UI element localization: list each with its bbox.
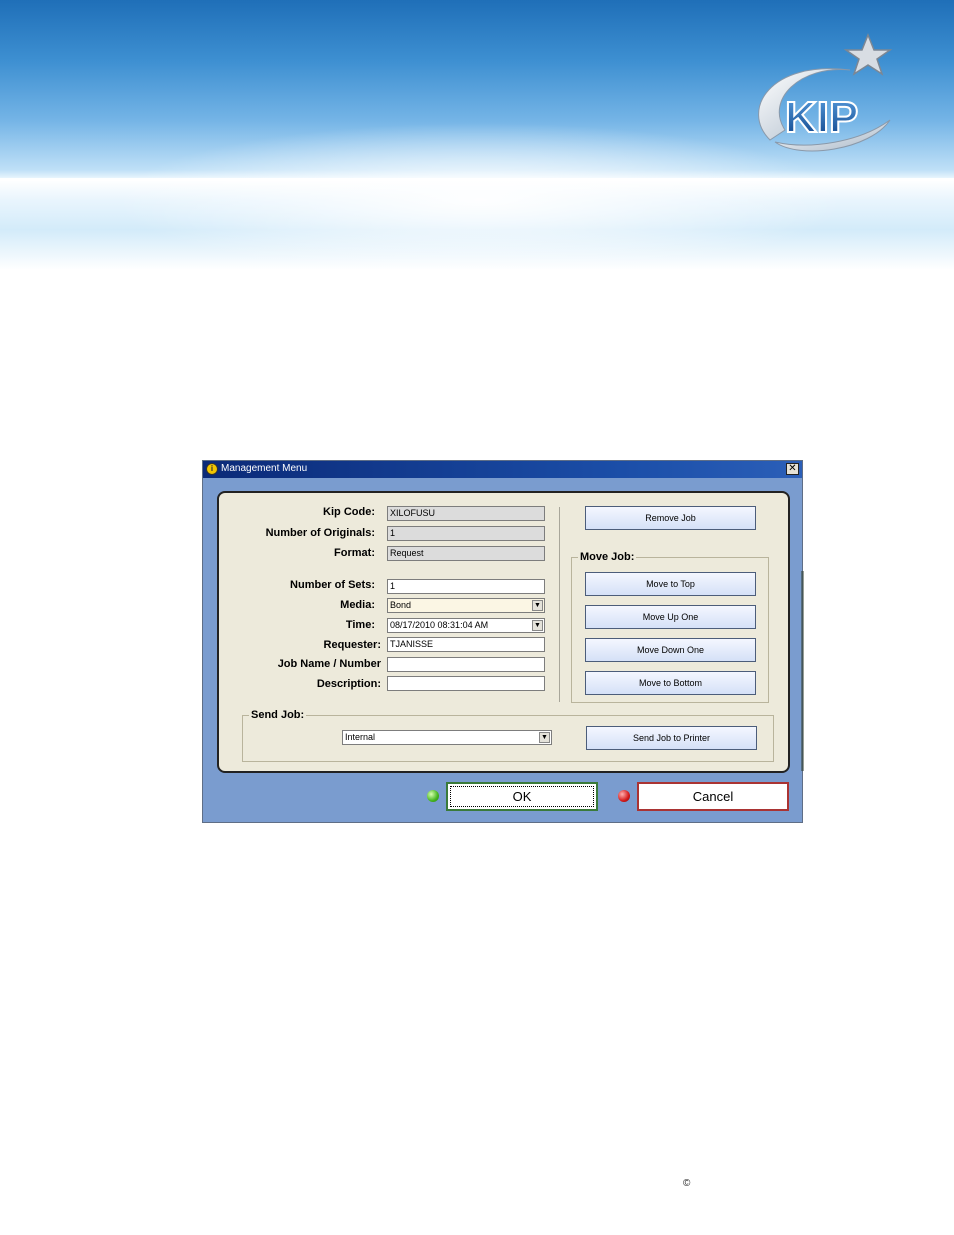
requester-label: Requester: xyxy=(323,639,381,651)
send-job-select-value: Internal xyxy=(345,732,376,742)
num-sets-input[interactable]: 1 xyxy=(387,579,545,594)
time-label: Time: xyxy=(345,619,375,631)
send-job-to-printer-button[interactable]: Send Job to Printer xyxy=(586,726,757,750)
window-edge-strip xyxy=(801,571,804,771)
media-select-value: Bond xyxy=(390,600,412,610)
title-bar[interactable]: i Management Menu ✕ xyxy=(203,461,802,478)
time-picker-value: 08/17/2010 08:31:04 AM xyxy=(390,620,489,630)
move-job-group: Move Job: Move to Top Move Up One Move D… xyxy=(571,551,769,703)
send-job-select[interactable]: Internal ▼ xyxy=(342,730,552,745)
copyright-symbol: © xyxy=(683,1178,691,1189)
management-menu-window: i Management Menu ✕ Kip Code: Number of … xyxy=(202,460,804,823)
close-button[interactable]: ✕ xyxy=(786,463,799,475)
ok-status-icon xyxy=(427,790,439,802)
description-input[interactable] xyxy=(387,676,545,691)
job-name-label: Job Name / Number xyxy=(277,658,381,670)
logo-text: KIP xyxy=(785,93,858,142)
format-field: Request xyxy=(387,546,545,561)
send-job-title: Send Job: xyxy=(249,709,307,721)
num-originals-label: Number of Originals: xyxy=(265,527,375,539)
window-title: Management Menu xyxy=(221,463,308,474)
kip-code-field: XILOFUSU xyxy=(387,506,545,521)
vertical-divider xyxy=(559,507,560,702)
chevron-down-icon[interactable]: ▼ xyxy=(532,600,543,611)
requester-input[interactable]: TJANISSE xyxy=(387,637,545,652)
send-job-group: Send Job: Internal ▼ Send Job to Printer xyxy=(242,709,774,762)
cancel-button[interactable]: Cancel xyxy=(637,782,789,811)
job-name-input[interactable] xyxy=(387,657,545,672)
remove-job-button[interactable]: Remove Job xyxy=(585,506,756,530)
chevron-down-icon[interactable]: ▼ xyxy=(532,620,543,631)
format-label: Format: xyxy=(334,547,375,559)
move-up-one-button[interactable]: Move Up One xyxy=(585,605,756,629)
time-picker[interactable]: 08/17/2010 08:31:04 AM ▼ xyxy=(387,618,545,633)
app-icon: i xyxy=(206,463,218,475)
num-originals-field: 1 xyxy=(387,526,545,541)
header-banner: KIP xyxy=(0,0,954,270)
move-job-title: Move Job: xyxy=(578,551,637,563)
kip-logo: KIP xyxy=(758,32,893,152)
move-down-one-button[interactable]: Move Down One xyxy=(585,638,756,662)
media-select[interactable]: Bond ▼ xyxy=(387,598,545,613)
media-label: Media: xyxy=(340,599,375,611)
cancel-status-icon xyxy=(618,790,630,802)
move-to-top-button[interactable]: Move to Top xyxy=(585,572,756,596)
description-label: Description: xyxy=(316,678,381,690)
banner-divider xyxy=(0,178,954,181)
move-to-bottom-button[interactable]: Move to Bottom xyxy=(585,671,756,695)
chevron-down-icon[interactable]: ▼ xyxy=(539,732,550,743)
num-sets-label: Number of Sets: xyxy=(290,579,375,591)
ok-button[interactable]: OK xyxy=(446,782,598,811)
kip-code-label: Kip Code: xyxy=(323,506,375,518)
job-details-panel: Kip Code: Number of Originals: Format: N… xyxy=(217,491,790,773)
